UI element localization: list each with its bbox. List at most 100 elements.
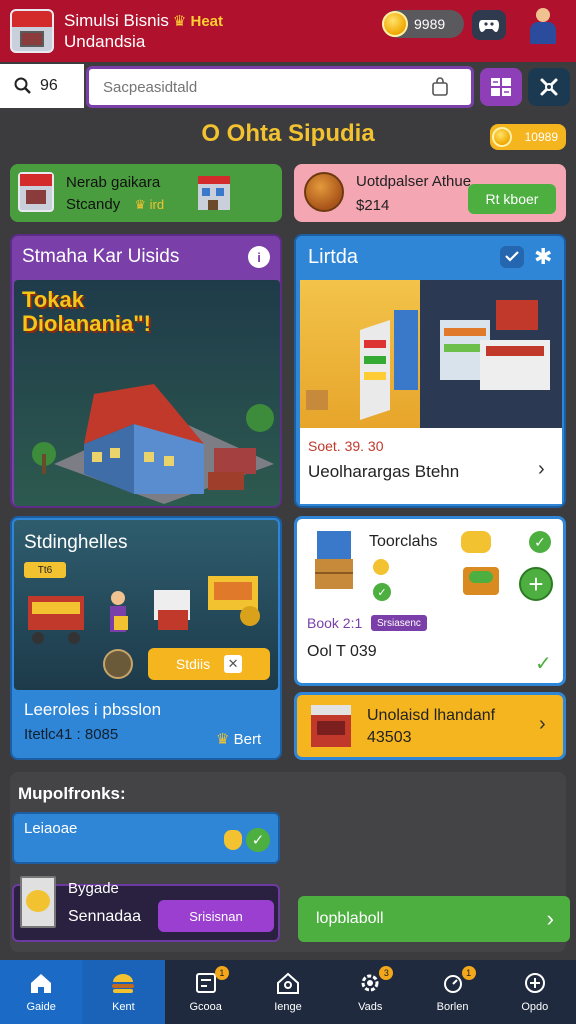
city-building-icon (32, 384, 274, 504)
produce-crate-icon (463, 567, 499, 595)
nav-label-6: Opdo (521, 1001, 549, 1013)
store-logo-icon[interactable] (10, 9, 54, 53)
house-icon (275, 971, 301, 995)
store-subtitle: Ueolharargas Btehn (308, 462, 460, 481)
shop-illustration: Stdinghelles Tt6 Stdiis ✕ (14, 520, 278, 690)
nav-label-5: Borlen (436, 1001, 469, 1013)
shop-footer-action[interactable]: ♛ Bert (216, 730, 261, 748)
add-button[interactable]: + (519, 567, 553, 601)
cookie-icon (304, 172, 344, 212)
shop-front-icon (311, 705, 351, 747)
sparkle-icon[interactable]: ✱ (534, 244, 552, 270)
nav-item-borlen[interactable]: 1 Borlen (411, 960, 493, 1024)
grid-view-button[interactable] (480, 68, 522, 106)
home-icon (28, 971, 54, 995)
nav-label-0: Gaide (26, 1001, 56, 1013)
nav-badge-5: 1 (461, 966, 476, 980)
search-input[interactable] (103, 78, 403, 96)
upgrade-line1: Unolaisd lhandanf (367, 707, 496, 724)
upgrade-chevron-icon[interactable]: › (539, 713, 546, 736)
city-card[interactable]: Stmaha Kar Uisids i Tokak Diolanania"! (10, 234, 282, 508)
checkmark-icon: ✓ (535, 653, 552, 675)
title-line2: Undandsia (64, 31, 146, 51)
search-filter[interactable]: 96 (0, 64, 84, 108)
city-card-title: Stmaha Kar Uisids (22, 246, 180, 267)
nav-item-opdo[interactable]: Opdo (494, 960, 576, 1024)
store-icon (18, 172, 54, 212)
search-icon (14, 77, 31, 94)
shop-building-icon (198, 176, 230, 210)
chevron-right-icon[interactable]: › (538, 458, 545, 481)
nav-label-3: Ienge (274, 1001, 302, 1013)
check-icon: ✓ (529, 531, 551, 553)
close-icon[interactable]: ✕ (224, 655, 243, 673)
row1-check-icon: ✓ (246, 828, 270, 852)
promo-left-line2: Stcandy (66, 196, 121, 213)
store-price: Soet. 39. 30 (308, 438, 384, 454)
nav-label-4: Vads (358, 1001, 383, 1013)
promo-card-left[interactable]: Nerab gaikara Stcandy ♛ ird (10, 164, 282, 222)
search-box[interactable] (86, 66, 474, 108)
green-row-chevron-icon: › (546, 906, 554, 931)
nav-item-home[interactable]: Gaide (0, 960, 83, 1024)
app-header: Simulsi Bisnis ♛ Heat Undandsia 9989 (0, 0, 576, 62)
info-icon[interactable]: i (248, 246, 270, 268)
search-filter-value: 96 (40, 77, 58, 94)
nav-item-kent[interactable]: Kent (82, 960, 165, 1024)
app-title: Simulsi Bisnis ♛ Heat Undandsia (64, 11, 223, 52)
heart-check-icon[interactable] (500, 246, 524, 268)
settings-button[interactable] (528, 68, 570, 106)
check-small-icon: ✓ (373, 583, 391, 601)
inventory-tag: Srsiasenc (371, 615, 427, 631)
shop-footer-line1: Leeroles i pbsslon (24, 700, 162, 719)
grid-icon (491, 78, 511, 96)
discord-button[interactable] (472, 10, 506, 40)
promo-buy-button[interactable]: Rt kboer (468, 184, 556, 214)
promo-right-line1: Uotdpalser Athue (356, 173, 472, 190)
search-row: 96 (0, 64, 576, 110)
bag-icon[interactable] (431, 77, 449, 97)
more-row2-button[interactable]: Srisisnan (158, 900, 274, 932)
city-illustration: Tokak Diolanania"! (14, 280, 280, 506)
inventory-price: Book 2:1 (307, 615, 363, 631)
inventory-card[interactable]: Toorclahs ✓ ✓ + Book 2:1 Srsiasenc Ool T… (294, 516, 566, 686)
game-controller-icon (479, 20, 499, 32)
shop-card[interactable]: Stdinghelles Tt6 Stdiis ✕ Leeroles i pbs… (10, 516, 282, 760)
coin-icon (382, 11, 408, 37)
nav-label-2: Gcooa (189, 1001, 222, 1013)
nav-item-gcooa[interactable]: 1 Gcooa (165, 960, 247, 1024)
shop-footer-line2: Itetlc41 : 8085 (24, 726, 119, 743)
store-card[interactable]: Lirtda ✱ Soet. 39. 30 Ueolharargas Btehn… (294, 234, 566, 508)
nav-label-1: Kent (112, 1001, 135, 1013)
nav-item-ienge[interactable]: Ienge (247, 960, 329, 1024)
store-info: Soet. 39. 30 Ueolharargas Btehn › (300, 428, 562, 504)
burger-icon (110, 971, 136, 995)
bottom-nav: Gaide Kent 1 Gcooa Ienge 3 Vads 1 Borlen… (0, 960, 576, 1024)
shop-button[interactable]: Stdiis ✕ (148, 648, 270, 680)
tools-icon (540, 78, 558, 96)
more-row2-name: Sennadaa (68, 908, 141, 925)
shop-card-title: Stdinghelles (24, 532, 128, 553)
crown-icon: ♛ (216, 731, 230, 748)
avatar[interactable] (526, 6, 560, 46)
coin-balance[interactable]: 9989 (382, 10, 464, 38)
more-row1-label: Leiaoae (24, 820, 78, 837)
more-row1[interactable]: Leiaoae ✓ (12, 812, 280, 864)
trophy-frame-icon (20, 876, 56, 928)
store-illustration (300, 280, 562, 428)
nav-badge-2: 1 (214, 966, 229, 980)
gold-coin-icon (492, 127, 512, 147)
nav-item-vads[interactable]: 3 Vads (329, 960, 411, 1024)
coins-icon (461, 531, 491, 553)
green-row-button[interactable]: lopblaboll › (298, 896, 570, 942)
promo-left-line1: Nerab gaikara (66, 174, 161, 191)
inventory-title: Toorclahs (369, 533, 438, 550)
promo-card-right[interactable]: Uotdpalser Athue $214 Rt kboer (294, 164, 566, 222)
more-row2[interactable]: Bygade Sennadaa Srisisnan (12, 876, 280, 942)
inventory-code: Ool T 039 (307, 643, 377, 660)
gold-balance[interactable]: 10989 (490, 124, 566, 150)
upgrade-card[interactable]: Unolaisd lhandanf 43503 › (294, 692, 566, 760)
plus-icon (522, 971, 548, 995)
more-heading: Mupolfronks: (18, 784, 126, 803)
small-coin-icon (373, 559, 389, 575)
